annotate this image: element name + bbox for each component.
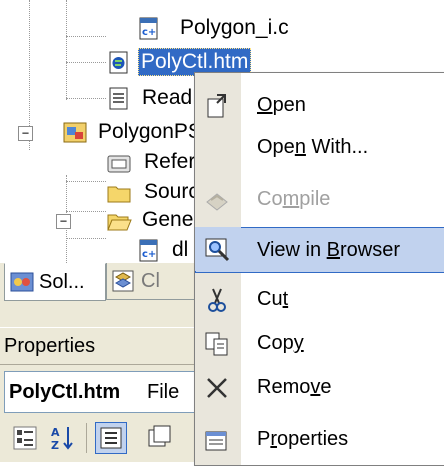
menu-item-copy[interactable]: Copy — [195, 321, 444, 365]
tree-item-generated-files[interactable]: − Gener — [56, 206, 206, 236]
tab-label: Cl — [141, 270, 160, 292]
tree-item-label: dl — [172, 238, 189, 261]
cut-icon — [208, 288, 226, 312]
tree-item-label: Polygon_i.c — [180, 16, 289, 39]
class-view-icon — [112, 270, 134, 292]
svg-text:c+: c+ — [142, 249, 156, 260]
menu-item-label: Open — [257, 94, 306, 116]
mnemonic-char: B — [326, 239, 341, 261]
properties-title-label: Properties — [4, 335, 96, 357]
toolbar-separator — [86, 423, 87, 453]
mnemonic-char: y — [293, 332, 304, 354]
menu-item-label: Open With... — [257, 136, 369, 158]
open-icon — [207, 94, 226, 118]
tree-guide-line — [66, 0, 67, 100]
tree-item-source-files[interactable]: Sourc — [106, 178, 206, 208]
svg-text:c+: c+ — [142, 27, 156, 38]
properties-icon — [205, 431, 227, 451]
mnemonic-char: t — [282, 288, 289, 310]
alphabetical-sort-icon[interactable]: A Z — [48, 423, 78, 453]
copy-icon — [205, 332, 228, 356]
tree-item-label: Sourc — [144, 180, 199, 203]
menu-item-cut[interactable]: Cut — [195, 277, 444, 321]
menu-item-label: Copy — [257, 332, 304, 354]
menu-item-label: View in Browser — [257, 239, 401, 261]
menu-item-remove[interactable]: Remove — [195, 365, 444, 409]
mnemonic-char: O — [257, 94, 273, 116]
tool-window-panel: Sol... Cl Properties PolyCtl.htm File A … — [0, 263, 206, 462]
properties-view-icon[interactable] — [95, 422, 127, 454]
tree-item-readme[interactable]: ReadM — [106, 84, 210, 114]
menu-item-open[interactable]: Open — [195, 83, 444, 127]
tree-item-label: Gener — [142, 208, 201, 231]
tree-guide-line — [66, 181, 106, 182]
tree-item-label: Refer — [144, 150, 196, 173]
object-type: File — [147, 381, 180, 403]
menu-item-view-in-browser[interactable]: View in Browser — [195, 227, 444, 273]
tab-label: Sol... — [39, 271, 85, 293]
menu-item-properties[interactable]: Properties — [195, 417, 444, 461]
menu-item-label: Compile — [257, 188, 331, 210]
tree-item-polygon-i-c[interactable]: c+ Polygon_i.c — [136, 14, 316, 44]
tree-item-references[interactable]: Refer — [106, 148, 206, 178]
menu-item-compile: Compile — [195, 177, 444, 221]
references-folder-icon — [107, 155, 131, 173]
property-pages-icon[interactable] — [144, 423, 174, 453]
tree-guide-line — [66, 238, 106, 239]
properties-object-selector[interactable]: PolyCtl.htm File — [4, 371, 206, 413]
c-source-file-icon: c+ — [139, 17, 158, 40]
text-file-icon — [109, 87, 128, 110]
project-icon — [63, 122, 87, 143]
context-menu: Open Open With... Compile View in Browse… — [194, 72, 444, 466]
tree-guide-line — [66, 36, 106, 37]
svg-text:Z: Z — [51, 439, 59, 452]
mnemonic-char: m — [282, 188, 300, 210]
tree-item-label: PolygonPS — [98, 120, 202, 143]
menu-item-label: Remove — [257, 376, 332, 398]
remove-icon — [207, 378, 227, 398]
tree-item-polygonps[interactable]: − PolygonPS — [18, 118, 208, 148]
folder-icon — [107, 186, 131, 203]
menu-item-open-with[interactable]: Open With... — [195, 125, 444, 169]
categorized-icon[interactable] — [10, 423, 40, 453]
svg-text:A: A — [51, 426, 60, 439]
collapse-icon[interactable]: − — [18, 126, 33, 141]
mnemonic-char: r — [270, 428, 278, 450]
tree-guide-line — [66, 98, 106, 99]
view-in-browser-icon — [205, 238, 230, 262]
solution-explorer-icon — [10, 272, 34, 292]
c-source-file-icon: c+ — [139, 239, 158, 262]
object-name: PolyCtl.htm — [9, 381, 121, 403]
menu-item-label: Properties — [257, 428, 349, 450]
open-folder-icon — [107, 214, 132, 231]
tree-guide-line — [66, 62, 106, 63]
properties-window-title: Properties — [0, 327, 205, 365]
mnemonic-char: v — [310, 376, 321, 398]
mnemonic-char: n — [294, 136, 306, 158]
tab-class-view[interactable]: Cl — [106, 263, 206, 300]
collapse-icon[interactable]: − — [56, 214, 71, 229]
html-file-icon — [109, 51, 128, 74]
menu-item-label: Cut — [257, 288, 289, 310]
tab-solution-explorer[interactable]: Sol... — [4, 263, 106, 301]
compile-icon — [206, 193, 228, 211]
